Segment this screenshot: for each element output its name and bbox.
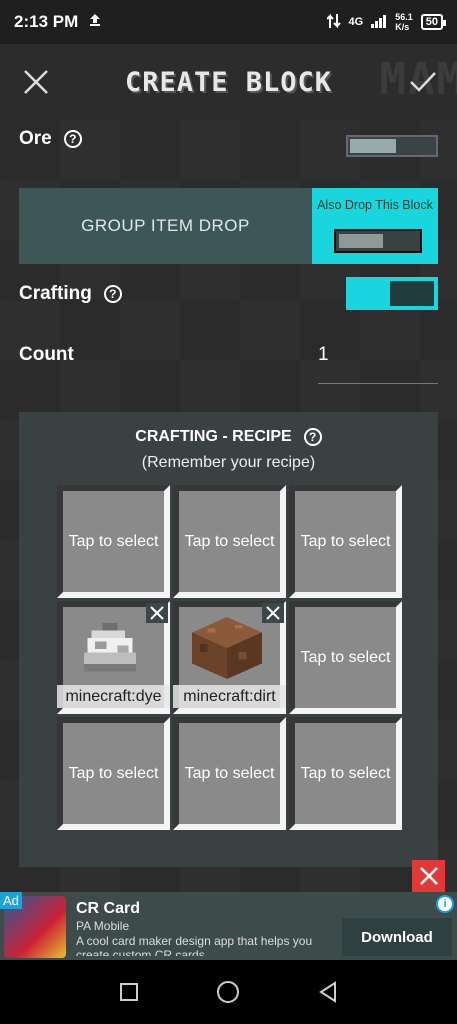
dirt-block-icon [192,617,262,679]
slot-item-label: minecraft:dirt [173,685,286,708]
slot-item-label: minecraft:dye [57,685,170,708]
ore-row: Ore ? [19,128,82,150]
ad-publisher: PA Mobile [76,919,130,933]
recipe-slot[interactable]: Tap to select [173,485,286,598]
recipe-slot[interactable]: Tap to select [57,485,170,598]
ore-label: Ore [19,128,52,149]
crafting-toggle[interactable] [346,277,438,310]
count-label: Count [19,344,74,365]
confirm-button[interactable] [407,66,439,98]
data-arrows-icon [325,13,341,32]
dye-icon [84,623,136,672]
slot-placeholder: Tap to select [300,648,391,666]
slot-placeholder: Tap to select [184,532,275,550]
slot-placeholder: Tap to select [184,764,275,782]
ad-banner[interactable]: Ad CR Card PA Mobile A cool card maker d… [0,892,457,960]
back-icon[interactable] [317,981,339,1003]
ad-description: A cool card maker design app that helps … [76,934,313,956]
recipe-help-icon[interactable]: ? [303,428,322,446]
slot-placeholder: Tap to select [68,532,159,550]
status-time: 2:13 PM [14,12,79,31]
recipe-slot[interactable]: Tap to select [289,601,402,714]
slot-placeholder: Tap to select [300,532,391,550]
ad-badge: Ad [0,892,22,909]
crafting-label: Crafting [19,283,92,304]
crafting-grid: Tap to select Tap to select Tap to selec… [57,485,402,830]
crafting-help-icon[interactable]: ? [103,285,122,303]
page-title: CREATE BLOCK [124,66,333,98]
close-icon [24,70,48,94]
recipe-title: CRAFTING - RECIPE [135,428,292,445]
signal-icon [371,14,387,31]
upload-icon [88,12,102,32]
count-underline [318,383,438,384]
recipe-subtitle: (Remember your recipe) [141,454,316,471]
recipe-slot[interactable]: Tap to select [289,485,402,598]
close-icon [266,606,280,620]
recipe-slot-dirt[interactable]: minecraft:dirt [173,601,286,714]
ore-help-icon[interactable]: ? [63,130,82,148]
network-speed: 56.1 K/s [395,12,413,32]
ad-info-icon[interactable]: i [436,895,454,913]
group-item-drop: GROUP ITEM DROP Also Drop This Block [19,188,438,264]
crafting-recipe-panel: CRAFTING - RECIPE ? (Remember your recip… [19,412,438,867]
ad-close-button[interactable] [412,860,445,892]
also-drop-toggle[interactable] [334,229,422,253]
app-header: MAM CREATE BLOCK [0,44,457,120]
toggle-knob [390,281,434,306]
battery-icon: 50 [420,14,447,30]
count-row: Count [19,344,74,366]
recipe-slot[interactable]: Tap to select [289,717,402,830]
battery-level: 50 [425,16,438,28]
ad-download-button[interactable]: Download [342,918,452,956]
slot-placeholder: Tap to select [68,764,159,782]
check-icon [410,72,436,92]
close-icon [150,606,164,620]
close-icon [419,867,438,885]
toggle-knob [350,139,396,153]
slot-placeholder: Tap to select [300,764,391,782]
ore-toggle[interactable] [346,135,438,157]
system-nav-bar [0,960,457,1024]
group-item-drop-label: GROUP ITEM DROP [81,216,250,235]
recents-icon[interactable] [118,981,140,1003]
remove-item-button[interactable] [262,603,284,623]
recipe-title-row: CRAFTING - RECIPE ? [19,428,438,446]
toggle-knob [339,234,383,248]
also-drop-panel: Also Drop This Block [312,188,438,264]
recipe-slot[interactable]: Tap to select [173,717,286,830]
network-label: 4G [348,16,364,28]
remove-item-button[interactable] [146,603,168,623]
recipe-slot[interactable]: Tap to select [57,717,170,830]
recipe-slot-dye[interactable]: minecraft:dye [57,601,170,714]
also-drop-label: Also Drop This Block [317,198,433,212]
crafting-row: Crafting ? [19,283,122,305]
close-button[interactable] [20,66,52,98]
ad-title: CR Card [76,900,141,917]
count-input[interactable]: 1 [318,344,329,366]
status-bar: 2:13 PM 4G 56.1 K/s 50 [0,0,457,44]
home-icon[interactable] [215,979,241,1005]
